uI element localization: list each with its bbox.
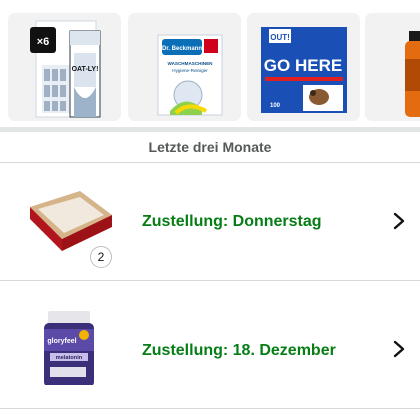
order-row-1[interactable]: Zustellung: Donnerstag	[0, 163, 420, 280]
oatly-pack-image: ×6 OAT-LY!	[30, 20, 101, 118]
product-carousel[interactable]: ×6 OAT-LY! Dr. Beckmann WASCHMASCHINEN H…	[0, 0, 420, 128]
go-here-count: 100	[270, 103, 281, 109]
quantity-badge: 2	[90, 246, 112, 268]
go-here-title: GO HERE	[264, 56, 342, 75]
order-status-1[interactable]: Zustellung: Donnerstag	[142, 213, 322, 231]
carousel-card-orange-bottle[interactable]	[365, 13, 420, 121]
carousel-card-oatly[interactable]: ×6 OAT-LY!	[8, 13, 121, 121]
order-row-2[interactable]: gloryfeel melatonin Zustellung: 18. Deze…	[0, 281, 420, 398]
go-here-image: OUT! GO HERE 100	[261, 27, 347, 113]
melatonin-bottle-image: gloryfeel melatonin	[44, 311, 94, 385]
carousel-card-go-here[interactable]: OUT! GO HERE 100	[247, 13, 360, 121]
divider-bottom	[0, 408, 420, 409]
melatonin-label: melatonin	[56, 355, 83, 361]
beckmann-line2: Hygiene-Reiniger	[172, 68, 208, 73]
oatly-brand: OAT-LY!	[72, 66, 99, 73]
chevron-right-icon[interactable]	[390, 212, 408, 230]
beckmann-brand: Dr. Beckmann	[162, 46, 202, 52]
dr-beckmann-image: Dr. Beckmann WASCHMASCHINEN Hygiene-Rein…	[157, 34, 223, 116]
melatonin-brand: gloryfeel	[47, 338, 76, 345]
go-here-brand: OUT!	[270, 33, 290, 42]
chevron-right-icon[interactable]	[390, 340, 408, 358]
orange-bottle-image	[405, 31, 420, 117]
oatly-count-badge: ×6	[37, 36, 50, 48]
beckmann-line1: WASCHMASCHINEN	[168, 61, 214, 66]
carousel-card-dr-beckmann[interactable]: Dr. Beckmann WASCHMASCHINEN Hygiene-Rein…	[128, 13, 241, 121]
order-status-2[interactable]: Zustellung: 18. Dezember	[142, 342, 336, 360]
section-header: Letzte drei Monate	[148, 139, 272, 155]
